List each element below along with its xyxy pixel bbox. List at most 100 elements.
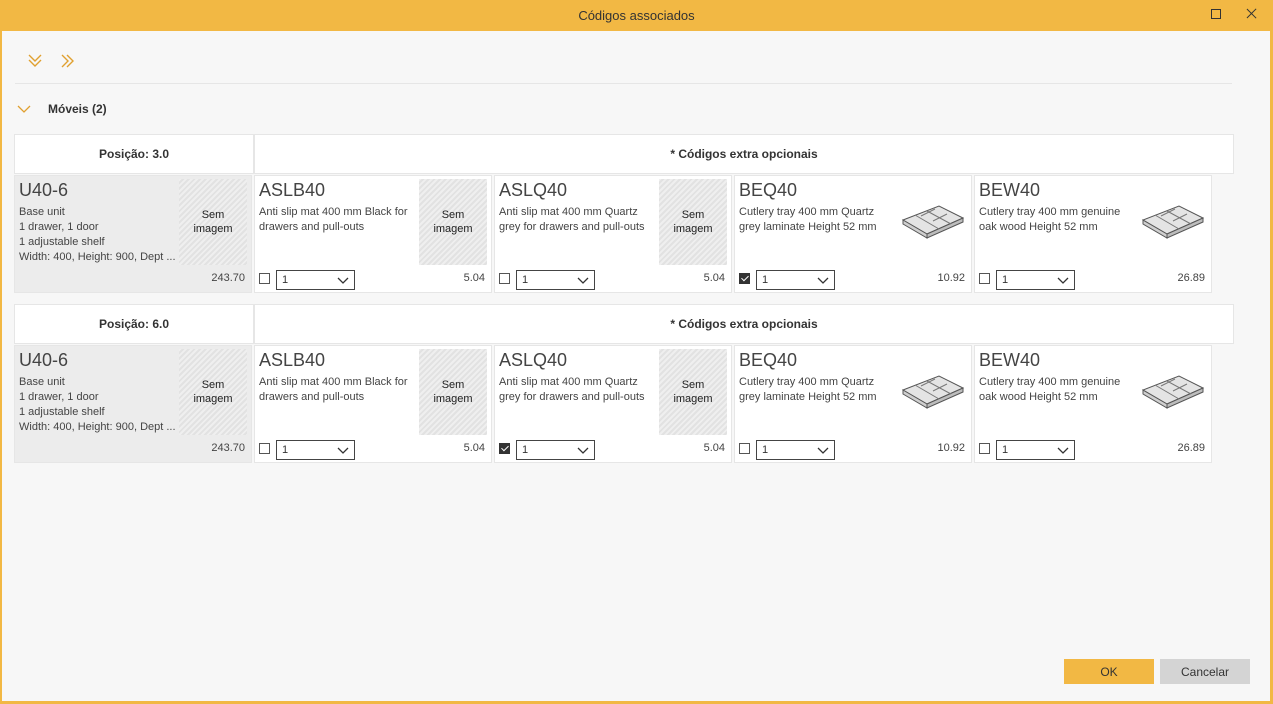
extra-price: 5.04 (463, 272, 485, 284)
no-image-placeholder: Sem imagem (659, 179, 727, 265)
extra-code-card: ASLQ40 Anti slip mat 400 mm Quartz grey … (494, 175, 732, 293)
main-item-card: U40-6 Base unit 1 drawer, 1 door 1 adjus… (14, 345, 252, 463)
extra-select-checkbox[interactable] (979, 273, 990, 284)
item-price: 243.70 (211, 272, 245, 284)
extra-select-checkbox[interactable] (259, 443, 270, 454)
quantity-select[interactable]: 1 (516, 270, 595, 290)
extra-code-card: BEW40 Cutlery tray 400 mm genuine oak wo… (974, 175, 1212, 293)
no-image-text: Sem imagem (193, 209, 233, 235)
extra-description: Cutlery tray 400 mm genuine oak wood Hei… (979, 376, 1121, 403)
maximize-icon (1211, 9, 1221, 19)
cutlery-tray-image (899, 200, 967, 244)
no-image-placeholder: Sem imagem (179, 179, 247, 265)
cutlery-tray-image (899, 370, 967, 414)
quantity-value: 1 (1002, 444, 1009, 456)
extra-select-checkbox[interactable] (739, 273, 750, 284)
double-chevron-down-icon[interactable] (27, 52, 43, 70)
item-description: Base unit 1 drawer, 1 door 1 adjustable … (19, 376, 176, 433)
group-header-moveis[interactable]: Móveis (2) (16, 100, 316, 120)
quantity-value: 1 (522, 274, 529, 286)
toolbar-divider (15, 83, 1232, 84)
double-chevron-right-icon[interactable] (60, 52, 76, 70)
no-image-text: Sem imagem (673, 209, 713, 235)
extra-code: ASLQ40 (499, 350, 568, 370)
extra-price: 26.89 (1177, 272, 1205, 284)
extra-price: 5.04 (703, 442, 725, 454)
no-image-placeholder: Sem imagem (419, 179, 487, 265)
extra-code: BEQ40 (739, 180, 798, 200)
quantity-select[interactable]: 1 (756, 440, 835, 460)
quantity-select[interactable]: 1 (756, 270, 835, 290)
position-label: Posição: 6.0 (14, 304, 254, 344)
close-button[interactable] (1242, 6, 1260, 24)
quantity-select[interactable]: 1 (276, 270, 355, 290)
extra-price: 5.04 (703, 272, 725, 284)
extra-code-card: BEQ40 Cutlery tray 400 mm Quartz grey la… (734, 345, 972, 463)
extra-code: ASLB40 (259, 180, 326, 200)
position-label: Posição: 3.0 (14, 134, 254, 174)
extra-description: Cutlery tray 400 mm genuine oak wood Hei… (979, 206, 1121, 233)
quantity-value: 1 (522, 444, 529, 456)
extra-code: BEQ40 (739, 350, 798, 370)
cutlery-tray-image (1139, 200, 1207, 244)
extra-code: BEW40 (979, 350, 1041, 370)
chevron-down-icon (817, 275, 829, 289)
no-image-placeholder: Sem imagem (659, 349, 727, 435)
item-code: U40-6 (19, 350, 69, 370)
quantity-select[interactable]: 1 (516, 440, 595, 460)
no-image-text: Sem imagem (673, 379, 713, 405)
extra-code: BEW40 (979, 180, 1041, 200)
extra-code-card: BEW40 Cutlery tray 400 mm genuine oak wo… (974, 345, 1212, 463)
extra-select-checkbox[interactable] (739, 443, 750, 454)
quantity-select[interactable]: 1 (996, 440, 1075, 460)
cutlery-tray-image (1139, 370, 1207, 414)
ok-button[interactable]: OK (1064, 659, 1154, 684)
chevron-down-icon (337, 445, 349, 459)
cancel-button[interactable]: Cancelar (1160, 659, 1250, 684)
chevron-down-icon (1057, 445, 1069, 459)
chevron-down-icon (577, 275, 589, 289)
extra-codes-label: * Códigos extra opcionais (254, 134, 1234, 174)
quantity-value: 1 (762, 274, 769, 286)
extra-code: ASLB40 (259, 350, 326, 370)
quantity-select[interactable]: 1 (996, 270, 1075, 290)
quantity-value: 1 (762, 444, 769, 456)
extra-description: Anti slip mat 400 mm Quartz grey for dra… (499, 376, 645, 403)
extra-price: 10.92 (937, 272, 965, 284)
extra-select-checkbox[interactable] (979, 443, 990, 454)
extra-price: 26.89 (1177, 442, 1205, 454)
extra-description: Anti slip mat 400 mm Quartz grey for dra… (499, 206, 645, 233)
extra-description: Cutlery tray 400 mm Quartz grey laminate… (739, 206, 877, 233)
extra-price: 10.92 (937, 442, 965, 454)
quantity-value: 1 (282, 274, 289, 286)
extra-description: Cutlery tray 400 mm Quartz grey laminate… (739, 376, 877, 403)
chevron-down-icon (1057, 275, 1069, 289)
no-image-placeholder: Sem imagem (419, 349, 487, 435)
title-bar: Códigos associados (0, 0, 1273, 31)
item-price: 243.70 (211, 442, 245, 454)
extra-description: Anti slip mat 400 mm Black for drawers a… (259, 206, 408, 233)
quantity-value: 1 (1002, 274, 1009, 286)
extra-code-card: ASLB40 Anti slip mat 400 mm Black for dr… (254, 175, 492, 293)
no-image-text: Sem imagem (433, 379, 473, 405)
extra-select-checkbox[interactable] (499, 273, 510, 284)
extra-code-card: BEQ40 Cutlery tray 400 mm Quartz grey la… (734, 175, 972, 293)
extra-codes-label: * Códigos extra opcionais (254, 304, 1234, 344)
extra-select-checkbox[interactable] (259, 273, 270, 284)
maximize-button[interactable] (1207, 6, 1225, 24)
extra-select-checkbox[interactable] (499, 443, 510, 454)
chevron-down-icon (817, 445, 829, 459)
extra-code-card: ASLQ40 Anti slip mat 400 mm Quartz grey … (494, 345, 732, 463)
dialog-content: Móveis (2) Posição: 3.0 * Códigos extra o… (2, 31, 1270, 701)
chevron-down-icon (337, 275, 349, 289)
extra-code: ASLQ40 (499, 180, 568, 200)
extra-code-card: ASLB40 Anti slip mat 400 mm Black for dr… (254, 345, 492, 463)
no-image-placeholder: Sem imagem (179, 349, 247, 435)
extra-description: Anti slip mat 400 mm Black for drawers a… (259, 376, 408, 403)
extra-price: 5.04 (463, 442, 485, 454)
main-item-card: U40-6 Base unit 1 drawer, 1 door 1 adjus… (14, 175, 252, 293)
no-image-text: Sem imagem (433, 209, 473, 235)
chevron-down-icon (577, 445, 589, 459)
quantity-select[interactable]: 1 (276, 440, 355, 460)
group-title: Móveis (2) (48, 102, 107, 116)
